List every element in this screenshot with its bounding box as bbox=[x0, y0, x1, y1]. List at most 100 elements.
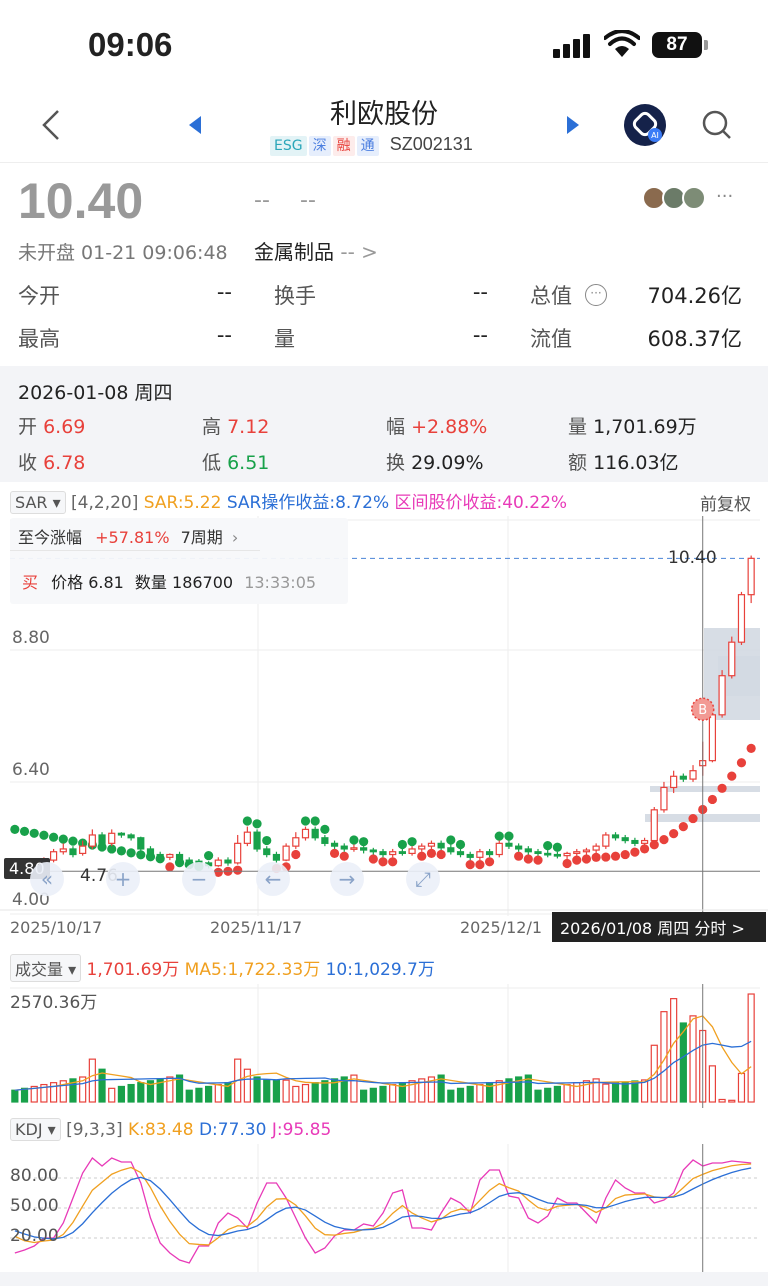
chevron-right-icon: › bbox=[231, 528, 239, 547]
sar-dot bbox=[320, 824, 330, 834]
sar-op-gain: SAR操作收益:8.72% bbox=[226, 493, 390, 513]
detail-vol-label: 量 bbox=[568, 416, 588, 438]
rewind-icon[interactable]: « bbox=[30, 862, 64, 896]
candle-body bbox=[79, 845, 87, 855]
sar-dot bbox=[659, 835, 669, 845]
prev-stock-icon[interactable] bbox=[186, 114, 204, 136]
candle-body bbox=[670, 775, 678, 789]
volume-bar bbox=[631, 1080, 639, 1103]
sar-dot bbox=[446, 835, 456, 845]
zoom-out-icon[interactable]: − bbox=[182, 862, 216, 896]
candle-body bbox=[582, 849, 591, 853]
candle-body bbox=[311, 828, 319, 839]
industry-link[interactable]: 金属制品 -- > bbox=[254, 236, 378, 265]
zoom-in-icon[interactable]: + bbox=[106, 862, 140, 896]
volume-chart[interactable] bbox=[0, 984, 768, 1108]
back-arrow-icon[interactable] bbox=[38, 108, 64, 142]
crosshair-date-label[interactable]: 2026/01/08 周四 分时 > bbox=[552, 912, 766, 942]
header: 利欧股份 ESG 深融通 SZ002131 AI bbox=[0, 90, 768, 162]
sar-dot bbox=[407, 837, 417, 847]
sar-dot bbox=[204, 851, 214, 861]
sar-dot bbox=[552, 842, 562, 852]
pan-right-icon[interactable]: → bbox=[330, 862, 364, 896]
sar-dot bbox=[581, 854, 592, 864]
sar-dot bbox=[562, 858, 572, 869]
sar-dot bbox=[504, 831, 514, 841]
volume-bar bbox=[476, 1083, 484, 1103]
sar-dot bbox=[543, 840, 553, 851]
sar-dot bbox=[48, 832, 59, 842]
kdj-k-line bbox=[14, 1163, 752, 1246]
candle-body bbox=[263, 848, 271, 856]
info-icon[interactable]: ··· bbox=[585, 284, 607, 306]
pan-left-icon[interactable]: ← bbox=[256, 862, 290, 896]
industry-change: -- > bbox=[340, 240, 378, 264]
search-icon[interactable] bbox=[700, 108, 734, 142]
kdj-label-20: 20.00 bbox=[10, 1226, 59, 1246]
candle-body bbox=[621, 837, 629, 842]
volume-bar bbox=[137, 1082, 145, 1103]
kdj-selector[interactable]: KDJ ▾ bbox=[10, 1118, 61, 1141]
volume-bar bbox=[195, 1087, 203, 1103]
detail-amount-label: 额 bbox=[568, 452, 588, 474]
current-price-label: 10.40 bbox=[668, 548, 717, 568]
volume-selector[interactable]: 成交量 ▾ bbox=[10, 954, 82, 982]
candle-body bbox=[728, 641, 736, 677]
trade-time: 13:33:05 bbox=[244, 573, 317, 592]
sar-dot bbox=[233, 865, 243, 875]
sar-dot bbox=[126, 848, 136, 858]
stock-code: SZ002131 bbox=[389, 134, 473, 154]
candle-body bbox=[718, 675, 726, 716]
detail-amount: 116.03亿 bbox=[593, 452, 679, 474]
next-stock-icon[interactable] bbox=[564, 114, 582, 136]
volume-value: -- bbox=[472, 323, 488, 347]
sar-dot bbox=[736, 758, 747, 768]
volume-bar bbox=[718, 1098, 726, 1103]
more-icon[interactable]: ··· bbox=[716, 186, 733, 207]
candle-body bbox=[108, 832, 116, 844]
fullscreen-icon[interactable]: ⤢ bbox=[406, 862, 440, 896]
volume-bar bbox=[311, 1082, 319, 1103]
kdj-chart[interactable] bbox=[0, 1144, 768, 1272]
volume-ma10-line bbox=[14, 1040, 752, 1091]
float-label: 流值 bbox=[530, 327, 572, 351]
sar-dot bbox=[397, 839, 407, 850]
volume-bar bbox=[282, 1079, 290, 1103]
turnover-label: 换手 bbox=[274, 284, 316, 308]
tag-esg: ESG bbox=[270, 136, 307, 156]
sar-dot bbox=[19, 826, 30, 836]
sar-dot bbox=[349, 835, 359, 845]
candle-body bbox=[650, 809, 658, 842]
candle-body bbox=[330, 842, 339, 847]
candle-body bbox=[708, 714, 717, 762]
trade-tooltip[interactable]: 至今涨幅 +57.81% 7周期 › 买 价格 6.81 数量 186700 1… bbox=[10, 518, 348, 604]
sar-value: SAR:5.22 bbox=[143, 493, 222, 513]
candle-body bbox=[253, 831, 261, 850]
sar-dot bbox=[494, 831, 504, 841]
candle-body bbox=[234, 842, 242, 864]
candle-body bbox=[505, 842, 513, 847]
candle-body bbox=[408, 848, 416, 855]
volume-bar bbox=[127, 1083, 135, 1103]
candle-body bbox=[350, 847, 358, 850]
volume-bar bbox=[621, 1081, 629, 1103]
volume-bar bbox=[689, 1015, 697, 1103]
candle-body bbox=[117, 832, 126, 836]
candle-body bbox=[282, 845, 290, 861]
float-value: 608.37亿 bbox=[647, 327, 742, 351]
battery-icon: 87 bbox=[652, 32, 702, 58]
industry-name: 金属制品 bbox=[254, 240, 334, 264]
candle-body bbox=[660, 786, 668, 811]
candle-body bbox=[69, 848, 77, 856]
volume-bar bbox=[272, 1079, 281, 1103]
ai-icon[interactable]: AI bbox=[624, 104, 666, 146]
price-change: -- bbox=[254, 188, 270, 213]
sar-dot bbox=[514, 851, 524, 861]
sar-dot bbox=[359, 837, 369, 847]
volume-bar bbox=[214, 1083, 222, 1103]
adjust-toggle[interactable]: 前复权 bbox=[700, 490, 751, 515]
avatar-group[interactable] bbox=[642, 186, 712, 212]
volume-bar bbox=[389, 1083, 397, 1103]
sar-dot bbox=[484, 857, 495, 867]
sar-selector[interactable]: SAR ▾ bbox=[10, 491, 66, 514]
